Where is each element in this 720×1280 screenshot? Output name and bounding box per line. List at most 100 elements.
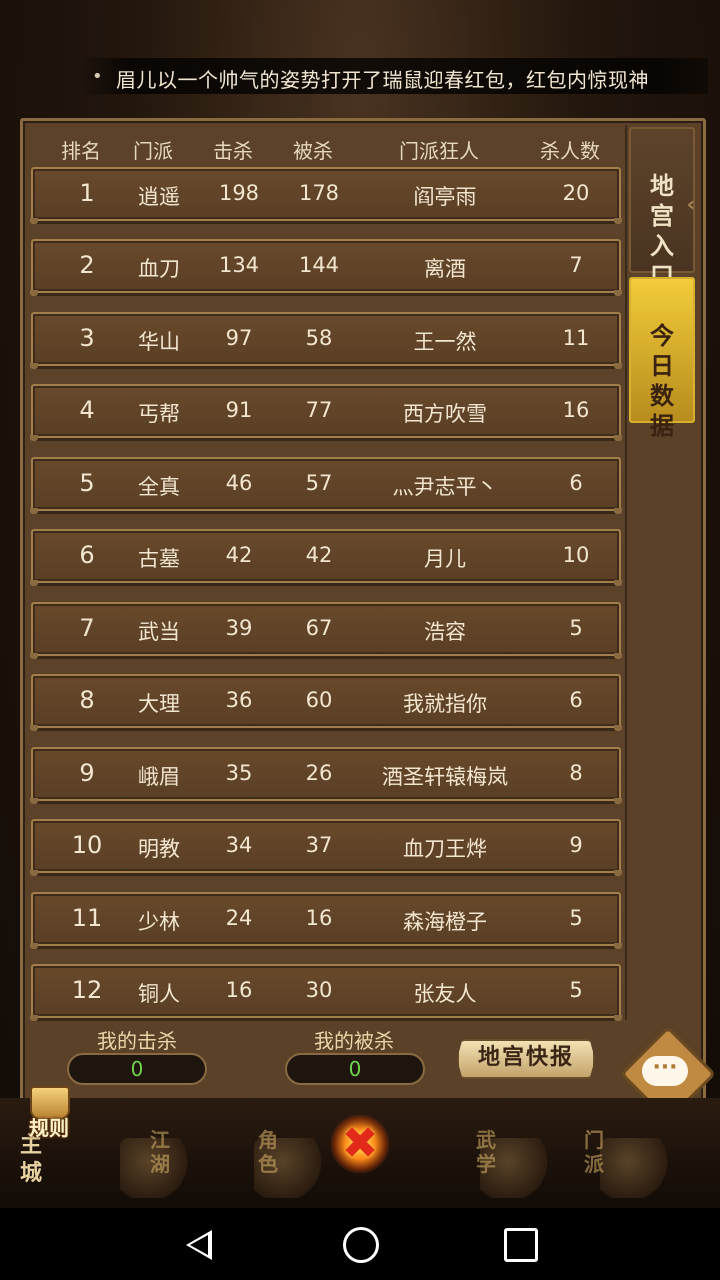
row-champion-kills: 5	[569, 906, 583, 930]
row-kills: 91	[225, 398, 253, 422]
chevron-left-icon: ‹	[686, 192, 695, 216]
row-champion-kills: 6	[569, 471, 583, 495]
row-champion-kills: 20	[562, 181, 590, 205]
row-deaths: 30	[305, 978, 333, 1002]
table-row[interactable]: 9 峨眉 35 26 酒圣轩辕梅岚 8	[30, 747, 622, 804]
row-sect: 峨眉	[138, 765, 180, 789]
row-sect: 全真	[138, 475, 180, 499]
row-champion-kills: 10	[562, 543, 590, 567]
row-rank: 10	[71, 831, 103, 859]
row-rank: 6	[79, 541, 95, 569]
row-sect: 大理	[138, 692, 180, 716]
header-champion-kills: 杀人数	[540, 139, 600, 163]
ranking-panel: 排名 门派 击杀 被杀 门派狂人 杀人数 1 逍遥 198 178 阎亭雨 20…	[20, 118, 706, 1104]
table-row[interactable]: 8 大理 36 60 我就指你 6	[30, 674, 622, 731]
table-row[interactable]: 2 血刀 134 144 离酒 7	[30, 239, 622, 296]
row-deaths: 57	[305, 471, 333, 495]
row-deaths: 37	[305, 833, 333, 857]
sect-icon	[600, 1138, 670, 1198]
row-sect: 血刀	[138, 257, 180, 281]
row-deaths: 67	[305, 616, 333, 640]
table-row[interactable]: 12 铜人 16 30 张友人 5	[30, 964, 622, 1021]
rules-label: 规则	[29, 1116, 69, 1140]
news-ticker: • 眉儿以一个帅气的姿势打开了瑞鼠迎春红包，红包内惊现神	[80, 58, 708, 94]
row-rank: 7	[79, 614, 95, 642]
row-sect: 逍遥	[138, 185, 180, 209]
row-kills: 36	[225, 688, 253, 712]
row-kills: 46	[225, 471, 253, 495]
table-row[interactable]: 10 明教 34 37 血刀王烨 9	[30, 819, 622, 876]
my-kills-value: 0	[67, 1053, 207, 1085]
row-kills: 34	[225, 833, 253, 857]
row-champion: 森海橙子	[403, 910, 487, 934]
table-row[interactable]: 6 古墓 42 42 月儿 10	[30, 529, 622, 586]
row-deaths: 16	[305, 906, 333, 930]
header-rank: 排名	[61, 139, 101, 163]
row-sect: 明教	[138, 837, 180, 861]
row-sect: 华山	[138, 330, 180, 354]
row-champion-kills: 7	[569, 253, 583, 277]
row-deaths: 58	[305, 326, 333, 350]
nav-character[interactable]: 角色	[254, 1128, 282, 1176]
row-kills: 35	[225, 761, 253, 785]
row-rank: 8	[79, 686, 95, 714]
table-row[interactable]: 1 逍遥 198 178 阎亭雨 20	[30, 167, 622, 224]
table-row[interactable]: 3 华山 97 58 王一然 11	[30, 312, 622, 369]
header-sect: 门派	[133, 139, 173, 163]
nav-sect[interactable]: 门派	[580, 1128, 608, 1176]
row-champion: 西方吹雪	[403, 402, 487, 426]
rules-button[interactable]: 规则	[22, 1086, 74, 1140]
table-row[interactable]: 4 丐帮 91 77 西方吹雪 16	[30, 384, 622, 441]
dungeon-news-button[interactable]: 地宫快报	[457, 1039, 595, 1079]
nav-jianghu[interactable]: 江湖	[146, 1128, 174, 1176]
table-row[interactable]: 5 全真 46 57 灬尹志平丶 6	[30, 457, 622, 514]
row-champion-kills: 5	[569, 616, 583, 640]
row-kills: 24	[225, 906, 253, 930]
header-kills: 击杀	[213, 139, 253, 163]
tab-today-data[interactable]: 今 日 数 据	[629, 277, 695, 440]
my-deaths-label: 我的被杀	[314, 1029, 394, 1053]
row-sect: 铜人	[138, 982, 180, 1006]
row-champion: 我就指你	[403, 692, 487, 716]
row-deaths: 178	[298, 181, 340, 205]
my-stats-footer: 我的击杀 0 我的被杀 0 地宫快报	[27, 1021, 625, 1097]
table-header: 排名 门派 击杀 被杀 门派狂人 杀人数	[27, 125, 625, 165]
row-sect: 古墓	[138, 547, 180, 571]
row-kills: 97	[225, 326, 253, 350]
chat-icon: ···	[642, 1056, 688, 1086]
row-champion-kills: 8	[569, 761, 583, 785]
row-deaths: 60	[305, 688, 333, 712]
row-champion: 浩容	[424, 620, 466, 644]
row-deaths: 42	[305, 543, 333, 567]
row-champion: 月儿	[424, 547, 466, 571]
row-champion-kills: 9	[569, 833, 583, 857]
row-kills: 16	[225, 978, 253, 1002]
table-row[interactable]: 11 少林 24 16 森海橙子 5	[30, 892, 622, 949]
my-kills-label: 我的击杀	[97, 1029, 177, 1053]
system-navigation-bar	[0, 1208, 720, 1280]
tab-dungeon-entrance[interactable]: 地 宫 入 口 ‹	[629, 127, 695, 290]
row-champion-kills: 11	[562, 326, 590, 350]
row-champion: 酒圣轩辕梅岚	[382, 765, 508, 789]
table-row[interactable]: 7 武当 39 67 浩容 5	[30, 602, 622, 659]
row-deaths: 144	[298, 253, 340, 277]
row-rank: 3	[79, 324, 95, 352]
row-champion-kills: 6	[569, 688, 583, 712]
row-deaths: 77	[305, 398, 333, 422]
row-champion: 张友人	[413, 982, 477, 1006]
tab-dungeon-entrance-label: 地 宫 入 口	[650, 172, 674, 290]
row-rank: 4	[79, 396, 95, 424]
nav-martial-arts[interactable]: 武学	[472, 1128, 500, 1176]
back-icon[interactable]	[186, 1230, 212, 1260]
row-champion: 王一然	[413, 330, 477, 354]
ranking-list: 排名 门派 击杀 被杀 门派狂人 杀人数 1 逍遥 198 178 阎亭雨 20…	[27, 125, 627, 1021]
close-button[interactable]: ✖	[330, 1114, 390, 1174]
my-deaths-value: 0	[285, 1053, 425, 1085]
row-champion: 灬尹志平丶	[392, 475, 498, 499]
row-rank: 11	[71, 904, 103, 932]
row-rank: 9	[79, 759, 95, 787]
recent-apps-icon[interactable]	[504, 1228, 538, 1262]
home-icon[interactable]	[343, 1227, 379, 1263]
row-rank: 1	[79, 179, 95, 207]
row-deaths: 26	[305, 761, 333, 785]
